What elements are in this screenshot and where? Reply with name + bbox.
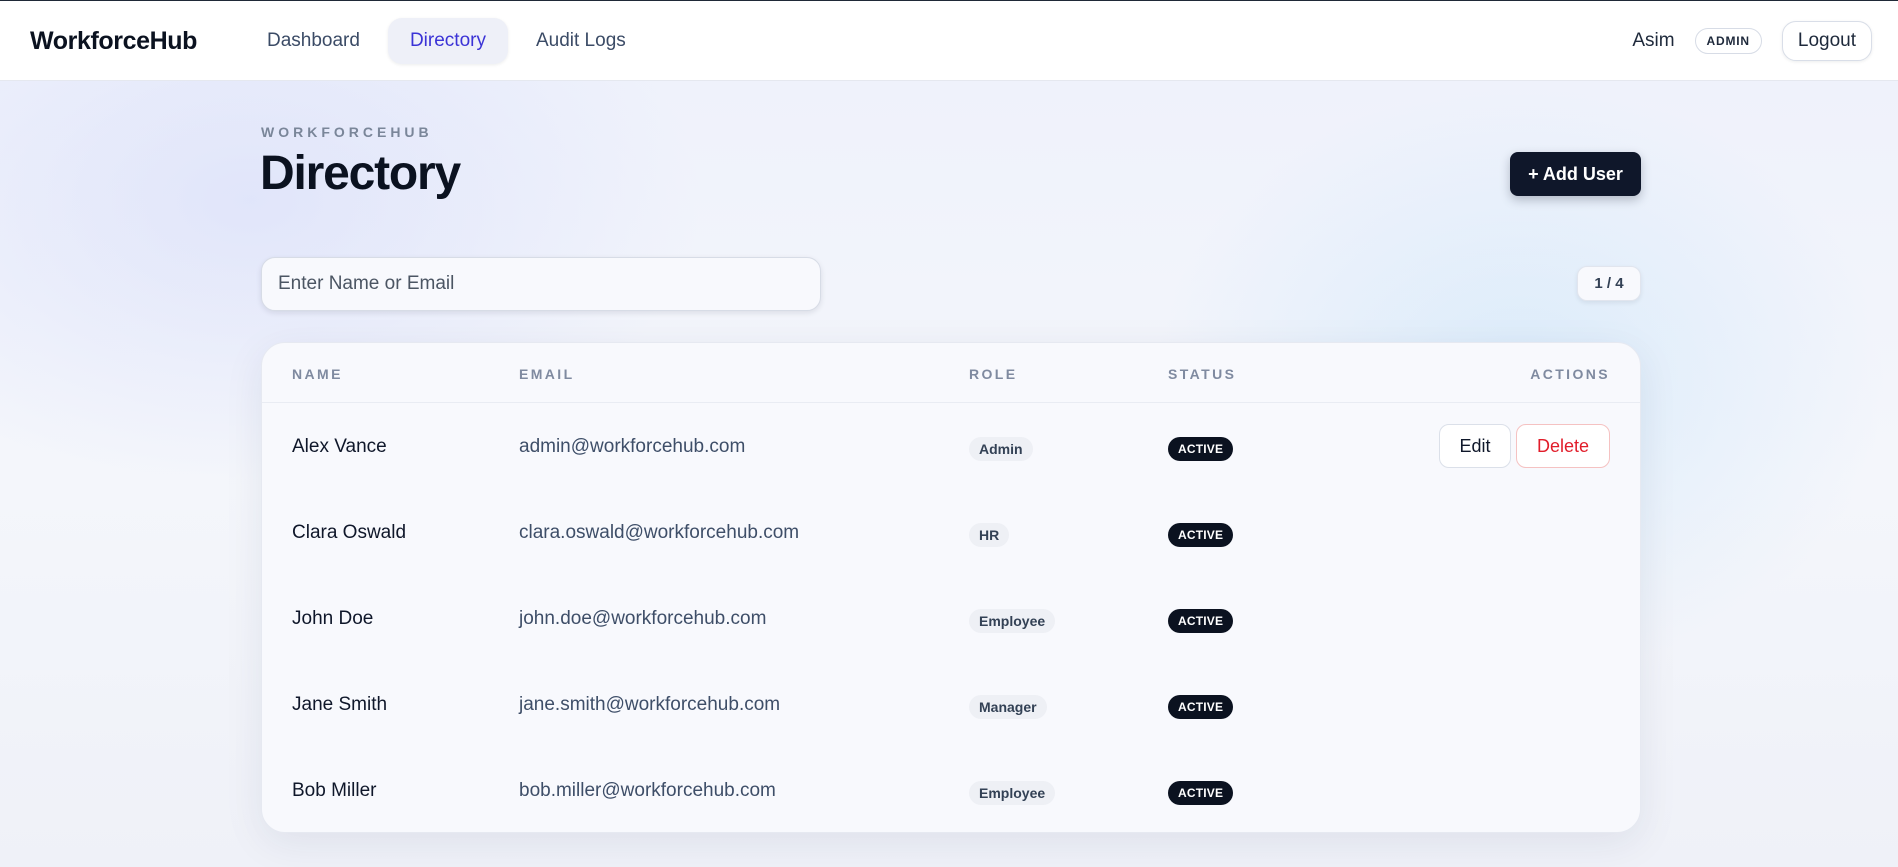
status-badge: ACTIVE [1168, 609, 1234, 633]
user-email-cell: jane.smith@workforcehub.com [519, 694, 781, 715]
user-name-cell: Alex Vance [292, 436, 387, 457]
role-badge: Employee [969, 781, 1056, 805]
role-badge: HR [969, 523, 1010, 547]
user-name-cell: John Doe [292, 608, 374, 629]
pagination-indicator: 1 / 4 [1577, 266, 1641, 301]
role-badge: Manager [969, 695, 1047, 719]
status-badge: ACTIVE [1168, 695, 1234, 719]
nav-directory[interactable]: Directory [387, 18, 508, 64]
table-row: John Doe john.doe@workforcehub.com Emplo… [262, 575, 1640, 661]
add-user-button[interactable]: + Add User [1510, 152, 1641, 196]
table-row: Clara Oswald clara.oswald@workforcehub.c… [262, 489, 1640, 575]
user-name: Asim [1632, 30, 1675, 51]
top-navbar: WorkforceHub Dashboard Directory Audit L… [0, 0, 1898, 81]
column-header-name: NAME [292, 366, 343, 382]
status-badge: ACTIVE [1168, 781, 1234, 805]
edit-button[interactable]: Edit [1439, 424, 1511, 468]
main-nav: Dashboard Directory Audit Logs [245, 18, 648, 64]
column-header-role: ROLE [969, 366, 1018, 382]
column-header-email: EMAIL [519, 366, 575, 382]
user-email-cell: john.doe@workforcehub.com [519, 608, 767, 629]
user-role-badge: ADMIN [1694, 28, 1762, 54]
user-email-cell: bob.miller@workforcehub.com [519, 780, 776, 801]
page-title: Directory [260, 147, 461, 200]
table-row: Bob Miller bob.miller@workforcehub.com E… [262, 747, 1640, 832]
page-eyebrow: WORKFORCEHUB [261, 124, 433, 140]
table-header: NAME EMAIL ROLE STATUS ACTIONS [262, 343, 1640, 403]
table-row: Alex Vance admin@workforcehub.com Admin … [262, 403, 1640, 489]
delete-button[interactable]: Delete [1516, 424, 1610, 468]
user-name-cell: Clara Oswald [292, 522, 407, 543]
user-name-cell: Bob Miller [292, 780, 377, 801]
user-email-cell: clara.oswald@workforcehub.com [519, 522, 800, 543]
column-header-actions: ACTIONS [1530, 366, 1610, 382]
column-header-status: STATUS [1168, 366, 1237, 382]
role-badge: Admin [969, 437, 1033, 461]
brand-logo[interactable]: WorkforceHub [30, 27, 197, 56]
nav-audit-logs[interactable]: Audit Logs [514, 18, 648, 64]
user-name-cell: Jane Smith [292, 694, 388, 715]
logout-button[interactable]: Logout [1781, 21, 1872, 61]
users-table: NAME EMAIL ROLE STATUS ACTIONS Alex Vanc… [261, 342, 1641, 833]
user-area: Asim ADMIN Logout [1632, 21, 1872, 61]
status-badge: ACTIVE [1168, 523, 1234, 547]
search-input[interactable]: Enter Name or Email [261, 257, 821, 311]
user-email-cell: admin@workforcehub.com [519, 436, 746, 457]
role-badge: Employee [969, 609, 1056, 633]
status-badge: ACTIVE [1168, 437, 1234, 461]
table-row: Jane Smith jane.smith@workforcehub.com M… [262, 661, 1640, 747]
nav-dashboard[interactable]: Dashboard [245, 18, 382, 64]
